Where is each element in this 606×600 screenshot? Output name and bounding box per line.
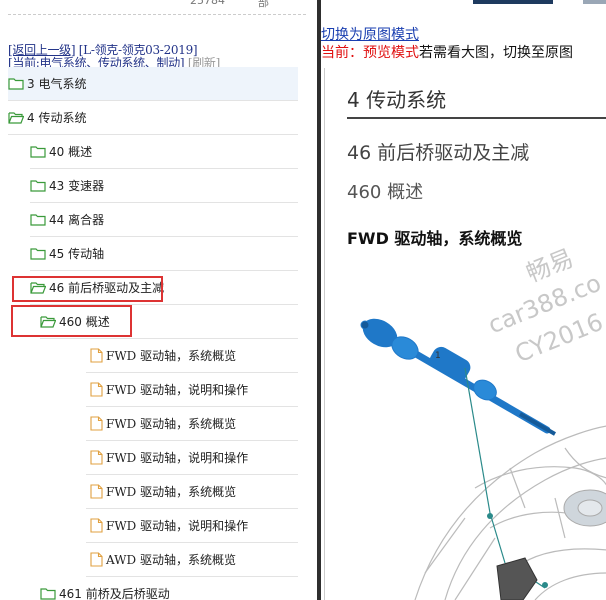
tree-item-label: 461 前桥及后桥驱动 <box>59 587 170 600</box>
tree-item-label: 4 传动系统 <box>27 111 87 125</box>
document-icon <box>90 416 106 431</box>
tree-item-label: 40 概述 <box>49 145 93 159</box>
tree-item[interactable]: 3 电气系统 <box>8 67 298 101</box>
callout-number: 1 <box>435 351 441 361</box>
highlight-box-460 <box>11 305 132 337</box>
wheel-hub <box>563 489 606 527</box>
top-cut-a: 25784 <box>190 0 225 7</box>
tree-item[interactable]: FWD 驱动轴，说明和操作 <box>86 441 298 475</box>
tree-item[interactable]: FWD 驱动轴，系统概览 <box>86 475 298 509</box>
tree-item[interactable]: 4 传动系统 <box>8 101 298 135</box>
top-cut-b: 部 <box>258 0 269 9</box>
highlight-box-46 <box>12 276 163 302</box>
tree-item[interactable]: 461 前桥及后桥驱动 <box>40 577 298 600</box>
switch-original-link[interactable]: 切换为原图模式 <box>321 24 419 44</box>
document-preview: 4 传动系统 46 前后桥驱动及主减 460 概述 FWD 驱动轴，系统概览 畅… <box>324 68 606 600</box>
tree-item-label: 44 离合器 <box>49 213 105 227</box>
tree-item[interactable]: FWD 驱动轴，系统概览 <box>86 407 298 441</box>
driveshaft-illustration: 1 <box>360 318 606 600</box>
diff-housing <box>496 557 538 600</box>
folder-icon <box>8 77 27 90</box>
top-cut-row: 25784 部 <box>0 0 317 9</box>
dashed-divider <box>8 14 306 15</box>
toolbar-button[interactable] <box>473 0 553 4</box>
drive-shaft <box>360 318 556 436</box>
tree-item-label: FWD 驱动轴，说明和操作 <box>106 451 249 465</box>
tree-item[interactable]: 43 变速器 <box>30 169 298 203</box>
document-icon <box>90 382 106 397</box>
document-icon <box>90 552 106 567</box>
tree-item-label: FWD 驱动轴，说明和操作 <box>106 519 249 533</box>
tree-item[interactable]: FWD 驱动轴，说明和操作 <box>86 509 298 543</box>
tree-item[interactable]: 44 离合器 <box>30 203 298 237</box>
folder-icon <box>40 587 59 600</box>
document-icon <box>90 518 106 533</box>
tree-item[interactable]: 40 概述 <box>30 135 298 169</box>
folder-icon <box>30 145 49 158</box>
tree-item-label: AWD 驱动轴，系统概览 <box>106 553 236 567</box>
leader-dot <box>487 513 493 519</box>
mode-current: 当前：预览模式 <box>321 45 419 61</box>
tree-item[interactable]: FWD 驱动轴，系统概览 <box>86 339 298 373</box>
document-icon <box>90 450 106 465</box>
folder-open-icon <box>8 111 27 124</box>
document-icon <box>90 484 106 499</box>
folder-icon <box>30 213 49 226</box>
folder-icon <box>30 247 49 260</box>
top-toolbar-strip <box>321 0 606 6</box>
mode-notice: 当前：预览模式若需看大图，切换至原图 <box>321 42 573 62</box>
tree-item-label: 45 传动轴 <box>49 247 105 261</box>
tree-item[interactable]: FWD 驱动轴，说明和操作 <box>86 373 298 407</box>
tree-item-label: 43 变速器 <box>49 179 105 193</box>
tree-item-label: FWD 驱动轴，系统概览 <box>106 485 237 499</box>
mode-hint: 若需看大图，切换至原图 <box>419 45 573 61</box>
tree-item-label: FWD 驱动轴，系统概览 <box>106 417 237 431</box>
leader-lines <box>464 367 546 589</box>
left-tree-panel: 25784 部 [返回上一级] [L-领克-领克03-2019] [当前:电气系… <box>0 0 317 600</box>
toolbar-button[interactable] <box>583 0 606 4</box>
folder-icon <box>30 179 49 192</box>
tree-item-label: 3 电气系统 <box>27 77 87 91</box>
tree-item[interactable]: AWD 驱动轴，系统概览 <box>86 543 298 577</box>
leader-dot <box>542 582 548 588</box>
right-preview-panel: 切换为原图模式 当前：预览模式若需看大图，切换至原图 4 传动系统 46 前后桥… <box>321 0 606 600</box>
tree-item-label: FWD 驱动轴，系统概览 <box>106 349 237 363</box>
tree-item-label: FWD 驱动轴，说明和操作 <box>106 383 249 397</box>
tree-item[interactable]: 45 传动轴 <box>30 237 298 271</box>
document-icon <box>90 348 106 363</box>
